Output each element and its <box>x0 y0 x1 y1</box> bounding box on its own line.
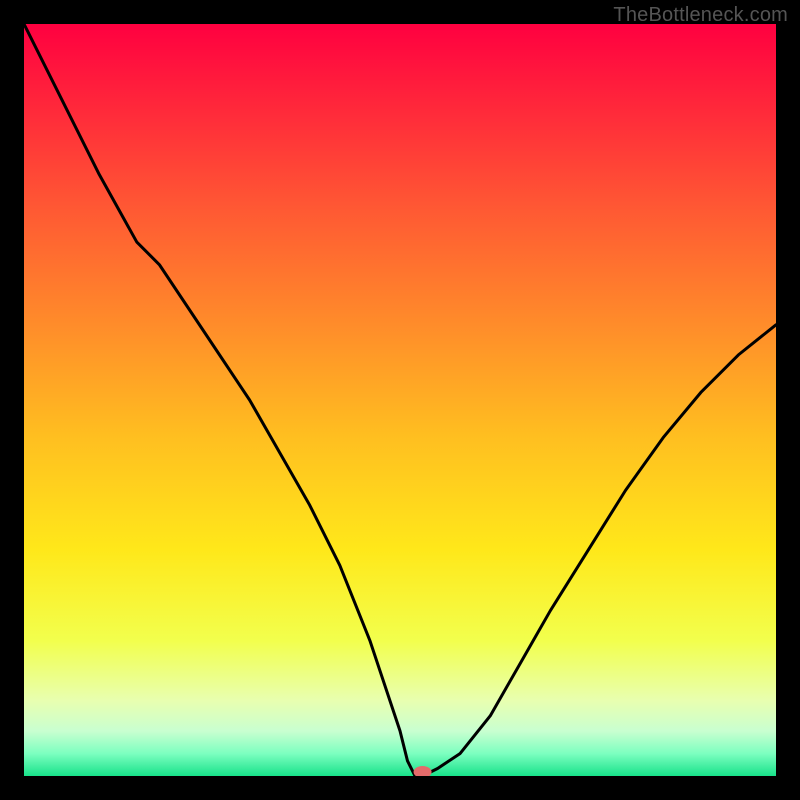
chart-frame: TheBottleneck.com <box>0 0 800 800</box>
plot-area <box>24 24 776 776</box>
plot-svg <box>24 24 776 776</box>
gradient-background <box>24 24 776 776</box>
